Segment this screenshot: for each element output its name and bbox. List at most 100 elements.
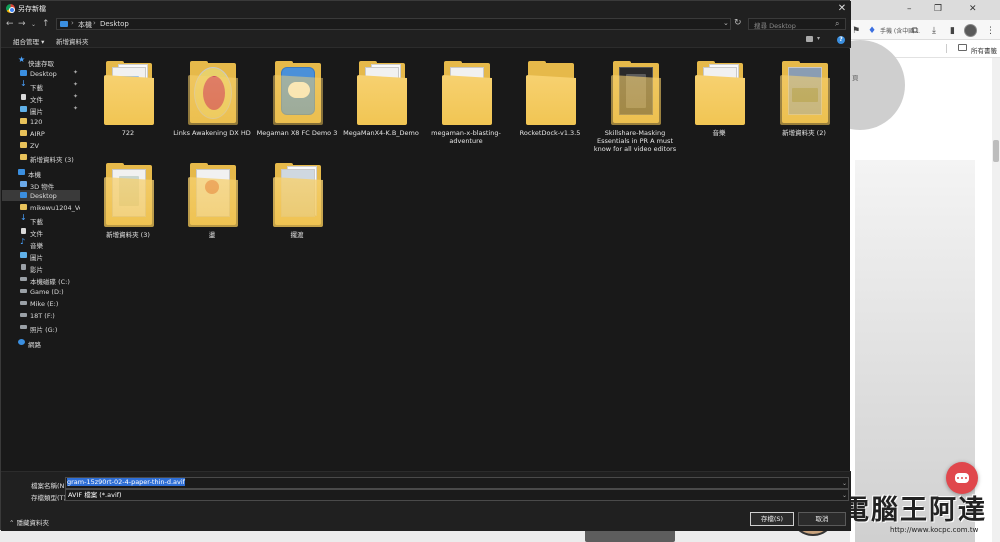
nav-item-drive-e[interactable]: Mike (E:) [2,298,80,309]
folder-item[interactable]: Skillshare-Masking Essentials in PR A mu… [593,53,677,153]
nav-item-drive-d[interactable]: Game (D:) [2,286,80,297]
all-bookmarks-link[interactable]: 所有書籤 [971,45,997,55]
nav-item-mikewu[interactable]: mikewu1204_Vol.1 [2,202,80,213]
nav-item-airp[interactable]: AIRP [2,128,80,139]
scrollbar-thumb[interactable] [993,140,999,162]
folder-item[interactable]: RocketDock-v1.3.5 [508,53,592,151]
chevron-down-icon[interactable]: ⌄ [842,480,847,487]
nav-item-desktop-pinned[interactable]: Desktop ✦ [2,68,80,79]
folder-item[interactable]: 音樂 [677,53,761,151]
nav-item-label: Mike (E:) [30,299,59,308]
drive-icon [20,289,27,293]
close-icon[interactable]: ✕ [969,4,977,14]
chevron-down-icon[interactable]: ⌄ [842,492,847,499]
nav-item-downloads-pinned[interactable]: ↓ 下載 ✦ [2,79,80,92]
drive-icon [20,301,27,305]
back-icon[interactable]: ← [6,19,14,29]
folder-item[interactable]: Links Awakening DX HD [170,53,254,151]
nav-item-drive-c[interactable]: 本機磁碟 (C:) [2,274,80,286]
folder-name: Megaman X8 FC Demo 3 [256,129,338,137]
minimize-icon[interactable]: – [907,4,912,14]
nav-item-pictures-pinned[interactable]: 圖片 ✦ [2,104,80,116]
folder-icon [780,61,830,125]
pin-icon: ✦ [73,69,79,76]
file-list: 722 Links Awakening DX HD Megaman X8 FC … [81,49,850,471]
puzzle-icon[interactable]: ⧉ [912,26,918,36]
nav-item-3d-objects[interactable]: 3D 物件 [2,179,80,191]
folder-item[interactable]: MegaManX4-K.B_Demo [339,53,423,151]
breadcrumb-desktop[interactable]: Desktop [100,20,129,28]
nav-item-network[interactable]: 網路 [2,337,80,349]
nav-item-label: 文件 [30,95,43,104]
nav-item-120[interactable]: 120 [2,116,80,127]
chat-bubble-icon [955,473,969,483]
folder-icon [20,204,27,210]
nav-item-new-folder-3[interactable]: 新增資料夾 (3) [2,152,80,164]
file-name-label: 檔案名稱(N): [31,482,70,490]
nav-item-drive-g[interactable]: 照片 (G:) [2,322,80,334]
nav-item-drive-f[interactable]: 18T (F:) [2,310,80,321]
hide-folders-toggle[interactable]: ⌃ 隱藏資料夾 [9,517,49,527]
page-scrollbar[interactable] [992,58,1000,542]
nav-item-zv[interactable]: ZV [2,140,80,151]
chevron-down-icon[interactable]: ▾ [817,35,820,42]
nav-item-this-pc[interactable]: 本機 [2,167,80,179]
view-options-icon[interactable] [806,36,813,42]
nav-item-desktop[interactable]: Desktop [2,190,80,201]
breadcrumb-pc[interactable]: 本機 [78,20,92,30]
nav-item-label: 音樂 [30,241,43,250]
folder-item[interactable]: Megaman X8 FC Demo 3 [255,53,339,151]
folder-item[interactable]: megaman-x-blasting-adventure [424,53,508,151]
command-bar: 組合管理 ▾ 新增資料夾 ▾ ? [1,32,851,48]
address-field[interactable]: › 本機 › Desktop [56,18,731,30]
dialog-close-button[interactable]: ✕ [835,2,849,15]
folder-item[interactable]: 擺渡 [255,155,339,253]
file-name-input[interactable]: gram-15z90rt-02-4-paper-thin-d.avif [65,477,849,489]
search-input[interactable]: 搜尋 Desktop ⌕ [748,18,846,30]
sidepanel-icon[interactable]: ▮ [950,26,955,36]
restore-icon[interactable]: ❐ [934,4,942,14]
drive-icon [20,325,27,329]
nav-item-documents-pinned[interactable]: 文件 ✦ [2,92,80,104]
pictures-icon [20,252,27,258]
refresh-icon[interactable]: ↻ [734,18,742,28]
cancel-button[interactable]: 取消 [798,512,846,526]
save-button[interactable]: 存檔(S) [750,512,794,526]
folder-item[interactable]: 新增資料夾 (3) [86,155,170,253]
nav-item-downloads[interactable]: ↓ 下載 [2,213,80,226]
folder-icon [188,163,238,227]
watermark-title: 電腦王阿達 [842,495,987,526]
flame-icon[interactable]: ♦ [868,26,876,36]
nav-item-quick-access[interactable]: ★ 快速存取 [2,55,80,68]
chevron-down-icon[interactable]: ⌄ [31,20,36,30]
folder-item[interactable]: 新增資料夾 (2) [762,53,846,151]
help-icon[interactable]: ? [837,36,845,44]
drive-icon [20,277,27,281]
pc-icon [18,169,25,175]
folder-icon [104,61,154,125]
download-icon[interactable]: ⤓ [932,26,936,36]
kebab-menu-icon[interactable]: ⋮ [986,26,995,36]
up-icon[interactable]: ↑ [42,19,50,29]
folder-item[interactable]: 722 [86,53,170,151]
nav-item-videos[interactable]: 影片 [2,262,80,274]
file-type-select[interactable]: AVIF 檔案 (*.avif) [65,489,849,501]
file-name-value: gram-15z90rt-02-4-paper-thin-d.avif [67,478,185,486]
folder-icon [442,61,492,125]
chevron-right-icon[interactable]: › [93,19,96,27]
address-dropdown-icon[interactable]: ⌄ [723,19,729,27]
folder-item[interactable]: 盪 [170,155,254,253]
avatar[interactable] [964,24,977,37]
extension-icon[interactable]: ⚑ [852,26,860,36]
nav-item-documents[interactable]: 文件 [2,226,80,238]
organize-button[interactable]: 組合管理 ▾ [13,36,44,46]
pin-icon: ✦ [73,93,79,100]
new-folder-button[interactable]: 新增資料夾 [56,36,89,46]
chevron-right-icon[interactable]: › [71,19,74,27]
save-as-dialog: 另存新檔 ✕ ← → ⌄ ↑ › 本機 › Desktop ⌄ ↻ 搜尋 Des… [0,0,851,531]
nav-item-pictures[interactable]: 圖片 [2,250,80,262]
nav-item-label: 本機 [28,170,41,179]
nav-item-music[interactable]: ♪ 音樂 [2,237,80,250]
forward-icon[interactable]: → [18,19,26,29]
folder-name: 音樂 [712,129,726,137]
